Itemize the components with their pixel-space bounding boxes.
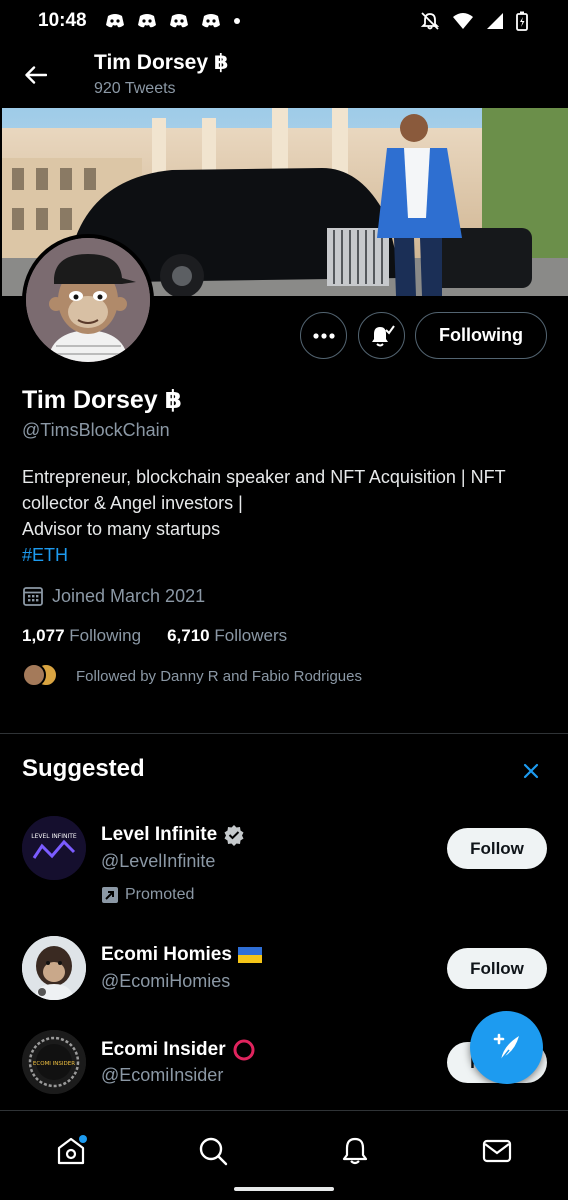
calendar-icon xyxy=(23,587,43,606)
discord-icon xyxy=(137,14,156,28)
suggested-avatar: LEVEL INFINITE xyxy=(22,816,86,880)
joined-date: Joined March 2021 xyxy=(22,585,205,607)
discord-icon xyxy=(105,14,124,28)
notifications-subscribed-button[interactable] xyxy=(358,312,405,359)
logo-text: LEVEL INFINITE xyxy=(31,833,77,840)
notification-icons xyxy=(105,13,241,29)
promoted-arrow-icon xyxy=(102,887,118,903)
promoted-label: Promoted xyxy=(101,886,194,904)
bell-off-icon xyxy=(420,12,440,30)
followed-by-avatars xyxy=(22,663,58,689)
bio-line: Advisor to many startups xyxy=(22,519,221,539)
header-text: Tim Dorsey ฿ 920 Tweets xyxy=(94,50,228,100)
follow-button[interactable]: Follow xyxy=(447,828,547,869)
suggested-title: Suggested xyxy=(22,755,145,782)
header-name: Tim Dorsey ฿ xyxy=(94,51,229,74)
suggested-avatar xyxy=(22,936,86,1000)
suggested-handle: @LevelInfinite xyxy=(101,851,216,871)
suggested-account[interactable]: Ecomi Homies @EcomiHomies Follow xyxy=(0,936,568,1006)
suggested-name: Ecomi Homies xyxy=(101,944,262,966)
signal-icon xyxy=(487,13,503,29)
nav-search[interactable] xyxy=(193,1131,233,1171)
suggested-name-text: Ecomi Homies xyxy=(101,944,232,965)
ukraine-flag-icon xyxy=(237,947,262,963)
bio-hashtag-link[interactable]: #ETH xyxy=(22,542,552,568)
followed-by-link[interactable]: Followed by Danny R and Fabio Rodrigues xyxy=(22,663,362,689)
following-count: 1,077 xyxy=(22,626,65,645)
search-icon xyxy=(199,1137,228,1166)
mini-avatar xyxy=(22,663,46,687)
feather-plus-icon xyxy=(493,1033,519,1060)
followers-count: 6,710 xyxy=(167,626,210,645)
followers-label: Followers xyxy=(214,626,288,645)
unread-dot xyxy=(79,1135,87,1143)
profile-name: Tim Dorsey ฿ xyxy=(22,386,183,414)
bored-ape-avatar-image xyxy=(26,238,150,362)
bio-line: Entrepreneur, blockchain speaker and NFT… xyxy=(22,467,506,513)
suggested-avatar: ECOMI INSIDER xyxy=(22,1030,86,1094)
profile-header: Tim Dorsey ฿ 920 Tweets xyxy=(0,42,568,108)
tweet-count: 920 Tweets xyxy=(94,80,176,97)
status-bar: 10:48 xyxy=(0,0,568,42)
follow-stats: 1,077 Following 6,710 Followers xyxy=(22,626,287,646)
profile-bio: Entrepreneur, blockchain speaker and NFT… xyxy=(22,464,552,568)
more-options-button[interactable] xyxy=(300,312,347,359)
battery-icon xyxy=(516,11,528,31)
more-notifications-dot-icon xyxy=(233,18,240,24)
suggested-name-text: Ecomi Insider xyxy=(101,1039,226,1060)
suggested-name: Level Infinite xyxy=(101,824,245,846)
nav-messages[interactable] xyxy=(477,1131,517,1171)
back-button[interactable] xyxy=(0,42,70,108)
suggested-name-text: Level Infinite xyxy=(101,824,218,845)
red-circle-icon xyxy=(233,1039,255,1061)
following-label: Following xyxy=(69,626,142,645)
followers-stat-link[interactable]: 6,710 Followers xyxy=(167,626,287,646)
close-icon xyxy=(523,763,539,779)
discord-icon xyxy=(169,14,188,28)
following-stat-link[interactable]: 1,077 Following xyxy=(22,626,141,646)
following-button[interactable]: Following xyxy=(415,312,547,359)
promoted-text: Promoted xyxy=(125,886,195,903)
wifi-icon xyxy=(453,13,473,29)
mail-icon xyxy=(482,1139,512,1163)
arrow-left-icon xyxy=(25,66,47,84)
suggested-handle: @EcomiInsider xyxy=(101,1065,224,1085)
nav-notifications[interactable] xyxy=(335,1131,375,1171)
follow-button[interactable]: Follow xyxy=(447,948,547,989)
gesture-bar[interactable] xyxy=(234,1187,334,1191)
more-horizontal-icon xyxy=(312,332,335,339)
chimp-astronaut-avatar-image xyxy=(22,936,86,1000)
suggested-name: Ecomi Insider xyxy=(101,1038,256,1062)
followed-by-text: Followed by Danny R and Fabio Rodrigues xyxy=(76,667,362,685)
nav-home[interactable] xyxy=(51,1131,91,1171)
logo-text: ECOMI INSIDER xyxy=(33,1061,75,1067)
compose-tweet-button[interactable] xyxy=(470,1011,543,1084)
level-infinite-logo-image: LEVEL INFINITE xyxy=(22,816,86,880)
status-right xyxy=(420,11,528,31)
bell-icon xyxy=(342,1137,368,1165)
joined-text: Joined March 2021 xyxy=(52,585,206,606)
status-time: 10:48 xyxy=(38,10,87,31)
bell-check-icon xyxy=(371,324,395,346)
discord-icon xyxy=(201,14,220,28)
dismiss-suggested-button[interactable] xyxy=(518,758,544,784)
suggested-handle: @EcomiHomies xyxy=(101,971,231,991)
profile-handle: @TimsBlockChain xyxy=(22,420,170,440)
ecomi-insider-logo-image: ECOMI INSIDER xyxy=(22,1030,86,1094)
profile-avatar[interactable] xyxy=(22,234,154,366)
suggested-account[interactable]: LEVEL INFINITE Level Infinite @LevelInfi… xyxy=(0,816,568,916)
section-divider xyxy=(0,733,568,734)
verified-badge-icon xyxy=(224,825,244,846)
